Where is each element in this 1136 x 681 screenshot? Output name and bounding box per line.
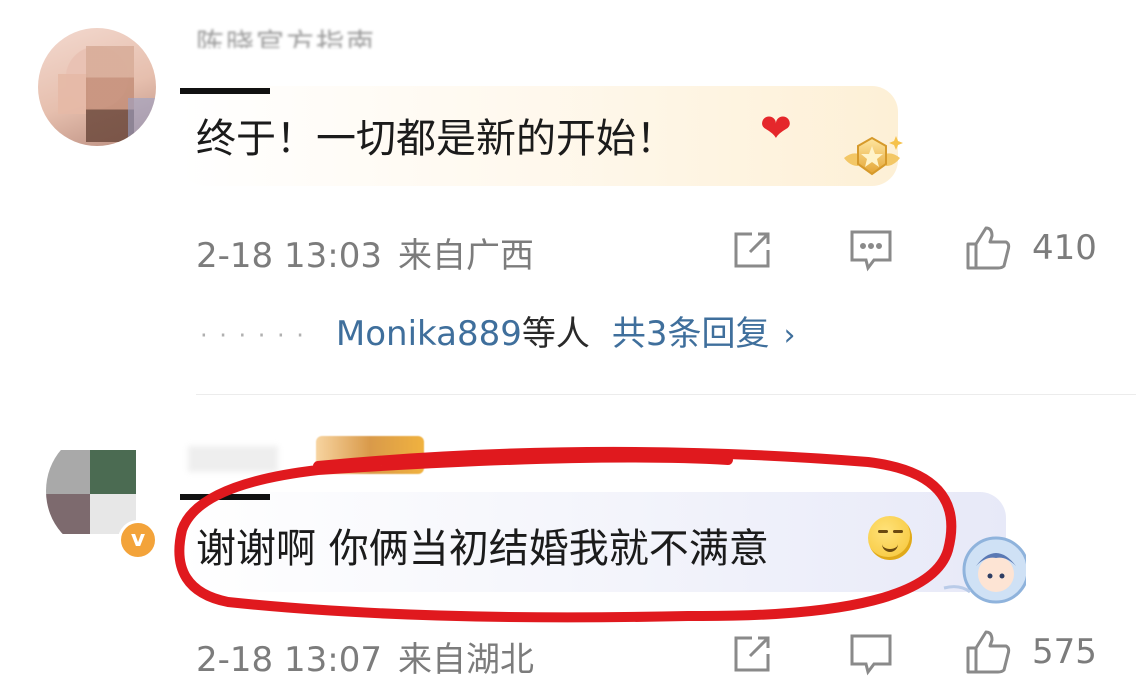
comment-date: 2-18 13:03	[196, 236, 382, 276]
comment-location: 来自湖北	[397, 640, 534, 680]
like-icon[interactable]	[964, 224, 1012, 272]
username[interactable]: 陈晓官方指南	[196, 22, 376, 48]
reply-username[interactable]: Monika889	[336, 314, 522, 354]
red-heart-icon: ❤	[760, 106, 792, 150]
verified-badge: v	[118, 520, 158, 560]
reply-preview[interactable]: · · · · · · Monika889等人 共3条回复 ›	[200, 306, 796, 355]
avatar-mosaic	[86, 46, 134, 142]
redaction-bar	[180, 88, 270, 94]
fan-badge-icon	[844, 136, 903, 176]
comment-location: 来自广西	[397, 236, 534, 276]
avatar-mosaic	[90, 450, 136, 494]
like-icon[interactable]	[964, 628, 1012, 676]
highlight-circle	[174, 446, 957, 623]
divider	[196, 394, 1136, 395]
avatar-mosaic	[46, 450, 90, 494]
comment-icon[interactable]	[848, 632, 894, 676]
chevron-right-icon: ›	[783, 318, 796, 353]
avatar[interactable]	[38, 28, 156, 146]
avatar-mosaic	[128, 98, 156, 146]
comment-date: 2-18 13:07	[196, 640, 382, 680]
reply-count-link[interactable]: 共3条回复	[612, 314, 770, 354]
share-icon[interactable]	[730, 632, 774, 676]
dots-icon: · · · · · ·	[200, 321, 306, 350]
share-icon[interactable]	[730, 228, 774, 272]
avatar-mosaic	[46, 494, 90, 534]
avatar-mosaic	[58, 74, 88, 114]
like-count: 575	[1032, 632, 1097, 672]
comment-text: 终于！一切都是新的开始！	[196, 116, 676, 162]
reply-suffix: 等人	[521, 314, 590, 354]
comment-meta: 2-18 13:07 来自湖北	[196, 632, 534, 681]
comment-meta: 2-18 13:03 来自广西	[196, 228, 534, 277]
like-count: 410	[1032, 228, 1097, 268]
comment-icon[interactable]	[848, 228, 894, 272]
